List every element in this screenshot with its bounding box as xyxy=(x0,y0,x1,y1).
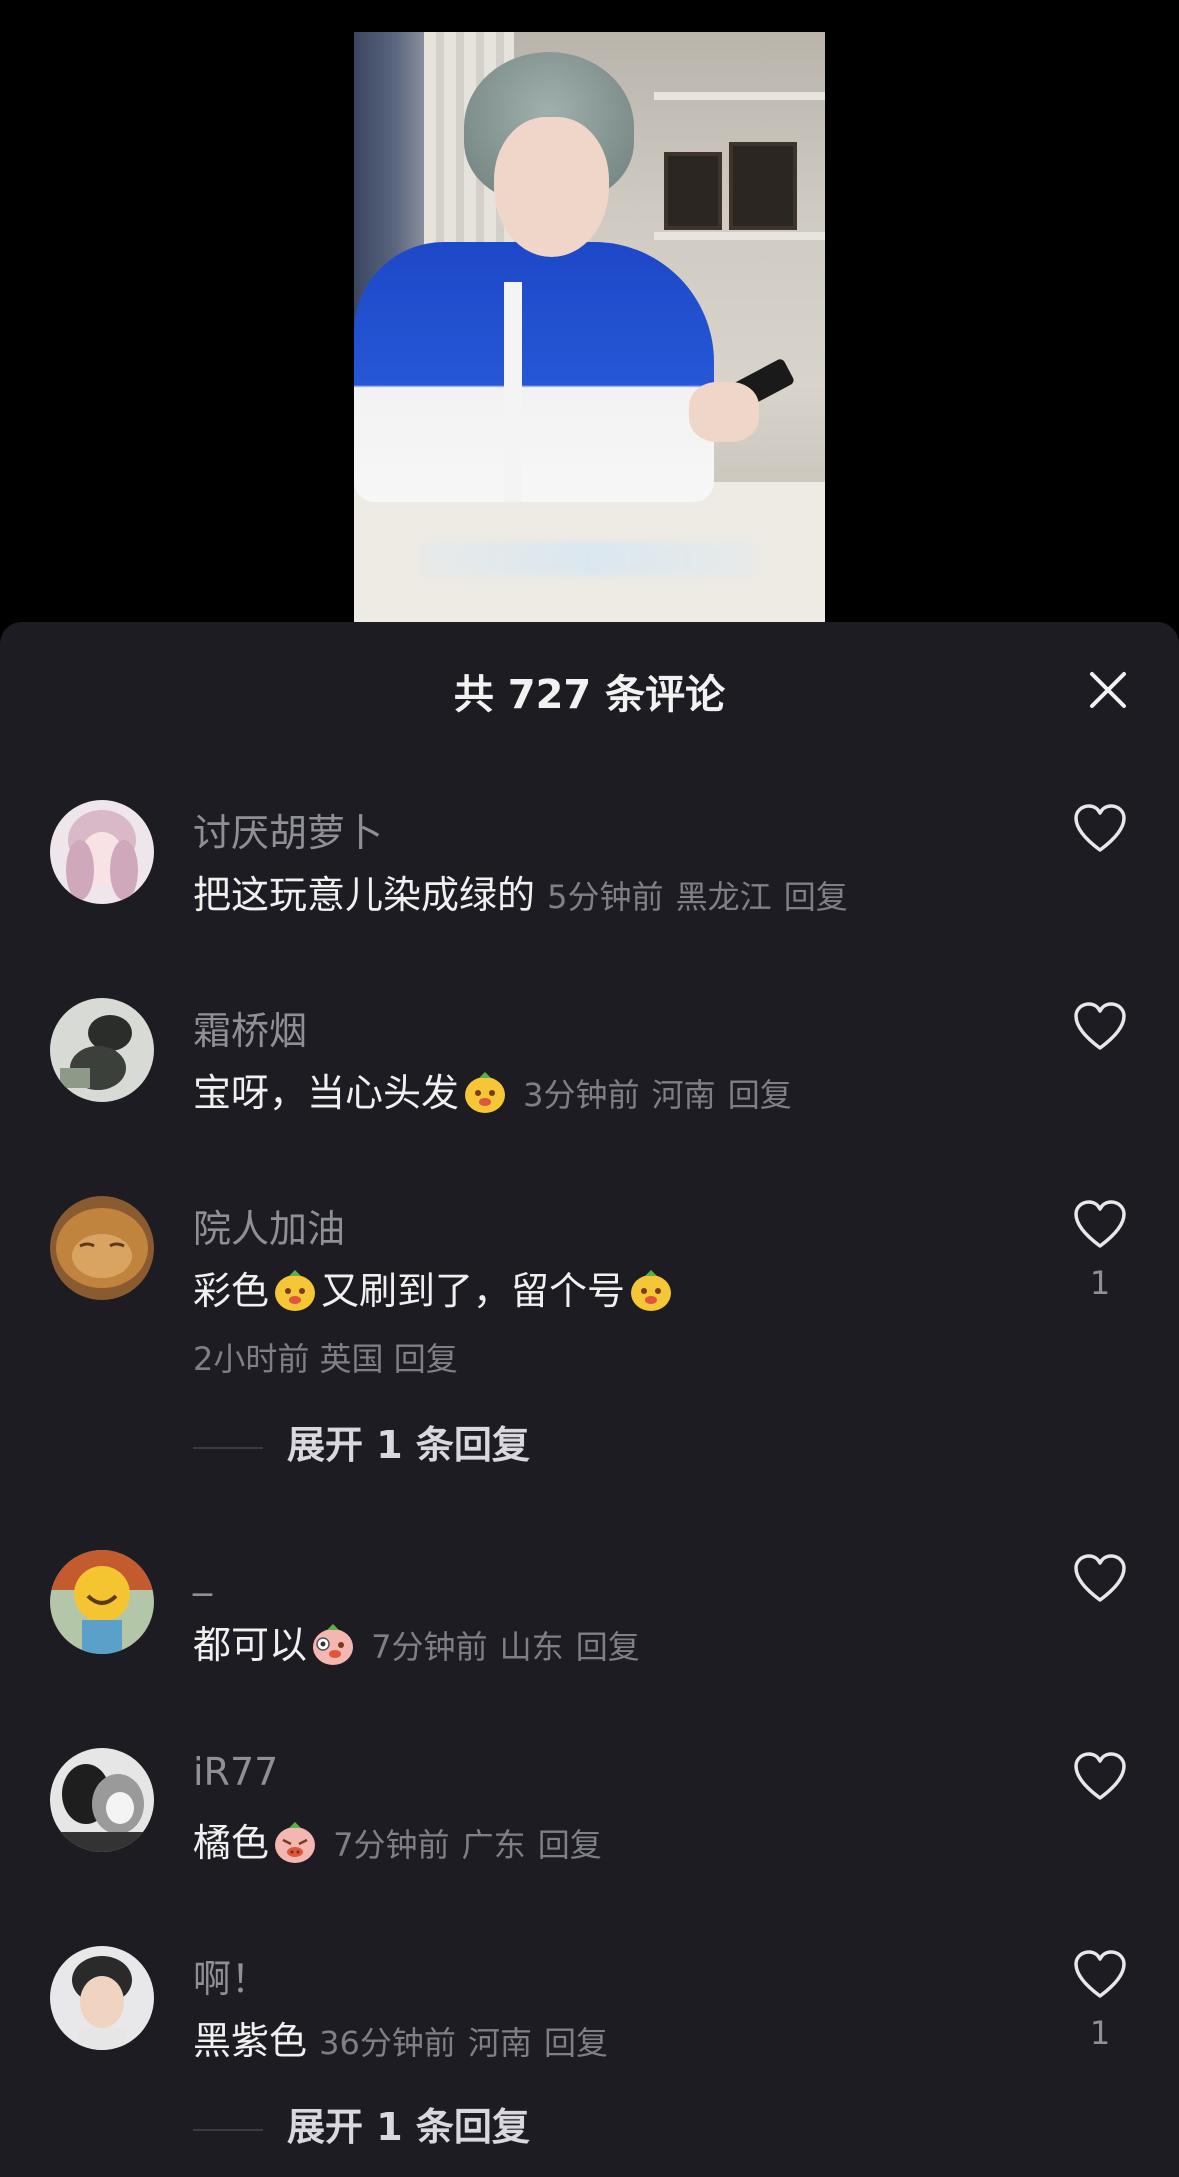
avatar[interactable] xyxy=(50,1550,154,1654)
comment-username[interactable]: _ xyxy=(193,1552,212,1596)
comment-time: 3分钟前 xyxy=(523,1076,640,1114)
reply-button[interactable]: 回复 xyxy=(576,1628,640,1666)
heart-outline-icon[interactable] xyxy=(1073,804,1127,854)
like-count: 1 xyxy=(1089,1264,1111,1302)
comment-location: 山东 xyxy=(499,1628,564,1666)
comment-time: 7分钟前 xyxy=(371,1628,488,1666)
comment-time: 7分钟前 xyxy=(333,1826,450,1864)
video-photo-frame xyxy=(729,142,797,230)
comment-text: 彩色 xyxy=(193,1269,270,1313)
comment-location: 广东 xyxy=(461,1826,526,1864)
expand-replies-button[interactable]: 展开 1 条回复 xyxy=(193,2096,530,2151)
comment-text: 把这玩意儿染成绿的 xyxy=(193,873,536,917)
comment-content: 黑紫色 36分钟前 河南 回复 xyxy=(193,2010,608,2065)
heart-outline-icon[interactable] xyxy=(1073,1554,1127,1604)
comment-content: 彩色 又刷到了，留个号 xyxy=(193,1260,677,1315)
close-icon[interactable] xyxy=(1088,670,1128,710)
video-person-jacket xyxy=(354,242,714,502)
expand-divider xyxy=(193,2128,263,2131)
video-person-face xyxy=(494,117,609,257)
comments-title: 共 727 条评论 xyxy=(453,672,726,718)
comment-username[interactable]: 院人加油 xyxy=(193,1198,345,1253)
reply-button[interactable]: 回复 xyxy=(784,878,848,916)
avatar[interactable] xyxy=(50,998,154,1102)
comment-location: 河南 xyxy=(651,1076,716,1114)
video-thumbnail[interactable] xyxy=(354,32,825,622)
avatar[interactable] xyxy=(50,1196,154,1300)
pig-face-emoji xyxy=(313,1624,354,1665)
smile-face-emoji xyxy=(465,1072,506,1113)
video-person-hand xyxy=(689,382,759,442)
comment-location: 黑龙江 xyxy=(675,878,772,916)
heart-outline-icon[interactable] xyxy=(1073,1752,1127,1802)
comment-username[interactable]: 啊！ xyxy=(193,1948,269,2003)
expand-replies-label[interactable]: 展开 1 条回复 xyxy=(287,2105,530,2149)
comment-text: 宝呀，当心头发 xyxy=(193,1071,460,1115)
reply-button[interactable]: 回复 xyxy=(728,1076,792,1114)
pig-face-emoji xyxy=(275,1822,316,1863)
comment-location: 河南 xyxy=(467,2024,532,2062)
comment-text: 黑紫色 xyxy=(193,2019,308,2063)
video-player[interactable] xyxy=(0,0,1179,640)
expand-replies-label[interactable]: 展开 1 条回复 xyxy=(287,1423,530,1467)
video-caption-blurred xyxy=(424,542,754,576)
comment-content: 宝呀，当心头发 3分钟前 河南 回复 xyxy=(193,1062,792,1117)
heart-outline-icon[interactable] xyxy=(1073,1002,1127,1052)
comment-username[interactable]: 讨厌胡萝卜 xyxy=(193,802,383,857)
reply-button[interactable]: 回复 xyxy=(544,2024,608,2062)
comment-text: 橘色 xyxy=(193,1821,270,1865)
smile-face-emoji xyxy=(275,1270,316,1311)
comment-time: 36分钟前 xyxy=(319,2024,456,2062)
comment-username[interactable]: iR77 xyxy=(193,1750,278,1794)
reply-button[interactable]: 回复 xyxy=(538,1826,602,1864)
heart-outline-icon[interactable] xyxy=(1073,1950,1127,2000)
like-count: 1 xyxy=(1089,2014,1111,2052)
comment-content: 把这玩意儿染成绿的 5分钟前 黑龙江 回复 xyxy=(193,864,848,919)
expand-divider xyxy=(193,1446,263,1449)
comments-sheet: 共 727 条评论 讨厌胡萝卜 把这玩意儿染成绿的 5分钟前 黑龙江 回复 霜桥… xyxy=(0,622,1179,2177)
video-person-zip xyxy=(504,282,522,502)
avatar[interactable] xyxy=(50,800,154,904)
comment-time: 5分钟前 xyxy=(547,878,664,916)
smile-face-emoji xyxy=(631,1270,672,1311)
expand-replies-button[interactable]: 展开 1 条回复 xyxy=(193,1414,530,1469)
comment-meta: 2小时前 英国 回复 xyxy=(193,1334,458,1380)
comment-text: 又刷到了，留个号 xyxy=(321,1269,626,1313)
comment-content: 都可以 7分钟前 山东 回复 xyxy=(193,1614,640,1669)
comment-location: 英国 xyxy=(319,1340,384,1378)
heart-outline-icon[interactable] xyxy=(1073,1200,1127,1250)
video-photo-frame xyxy=(664,152,722,230)
comment-time: 2小时前 xyxy=(193,1340,310,1378)
comment-username[interactable]: 霜桥烟 xyxy=(193,1000,307,1055)
avatar[interactable] xyxy=(50,1748,154,1852)
comment-content: 橘色 7分钟前 广东 回复 xyxy=(193,1812,602,1867)
reply-button[interactable]: 回复 xyxy=(394,1340,458,1378)
video-shelf xyxy=(654,92,825,100)
avatar[interactable] xyxy=(50,1946,154,2050)
comment-text: 都可以 xyxy=(193,1623,308,1667)
video-shelf xyxy=(654,232,825,240)
